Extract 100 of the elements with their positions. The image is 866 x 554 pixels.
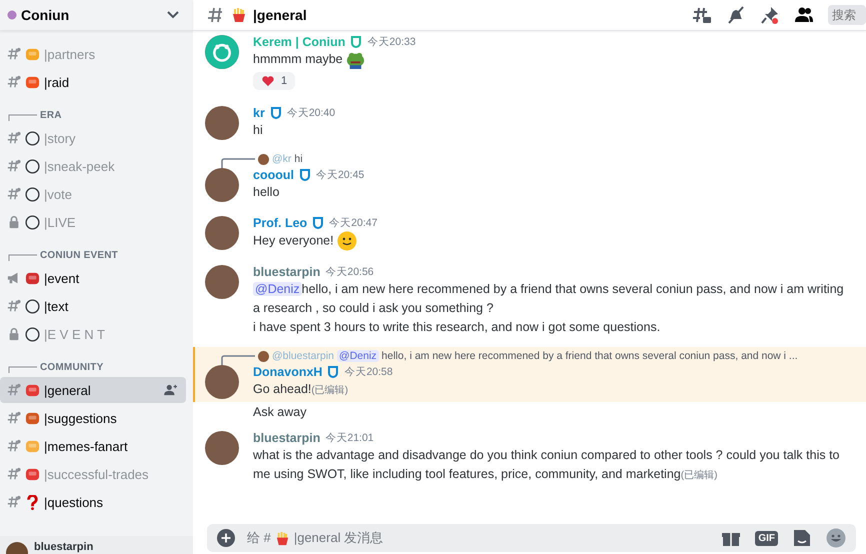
circle-icon xyxy=(25,214,40,230)
emoji-icon xyxy=(25,382,40,398)
mention-link[interactable]: @Deniz xyxy=(253,282,302,296)
circle-icon xyxy=(25,158,40,174)
server-name: Coniun xyxy=(21,7,70,23)
input-placeholder: |general 发消息 xyxy=(294,529,384,547)
channel-item[interactable]: |memes-fanart xyxy=(0,433,186,459)
add-member-icon[interactable] xyxy=(164,384,178,396)
avatar-logo-icon[interactable] xyxy=(205,35,239,69)
threads-icon[interactable] xyxy=(692,5,712,25)
members-icon[interactable] xyxy=(794,5,814,25)
hashtag-icon xyxy=(207,6,225,24)
avatar-photo-placeholder[interactable] xyxy=(205,431,239,466)
channel-item[interactable]: |suggestions xyxy=(0,405,186,431)
channel-item[interactable]: |partners xyxy=(0,41,186,67)
lock-icon xyxy=(7,215,21,229)
category-title[interactable]: CONIUN EVENT xyxy=(40,250,118,261)
category-title[interactable]: COMMUNITY xyxy=(40,362,104,373)
message-text: Hey everyone! xyxy=(253,231,854,252)
channel-name: |raid xyxy=(44,74,70,90)
author-name[interactable]: Prof. Leo xyxy=(253,216,308,230)
frog-emoji-icon xyxy=(346,50,365,70)
emoji-picker-icon[interactable] xyxy=(826,528,846,548)
message-text: i have spent 3 hours to write this research, and now i got some questions. xyxy=(253,319,662,336)
timestamp: 今天20:58 xyxy=(344,364,393,379)
lock-icon xyxy=(7,327,21,341)
channel-name: |event xyxy=(44,270,80,286)
hashtag-icon xyxy=(7,187,21,201)
channel-item[interactable]: |event xyxy=(0,265,186,291)
reply-preview: hello, i am new here recommened by a friend that owns several coniun pass, and now i ... xyxy=(382,350,798,362)
author-name[interactable]: kr xyxy=(253,106,265,120)
channel-name: |LIVE xyxy=(44,214,77,230)
channel-item[interactable]: |LIVE xyxy=(0,209,186,235)
message-text: @Deniz hello, i am new here recommened by a friend that owns several coniun pass, and now i am writing a research , so could i ask you something ? xyxy=(253,281,845,318)
timestamp: 今天20:40 xyxy=(286,106,336,120)
circle-icon xyxy=(25,298,40,314)
avatar-photo-placeholder[interactable] xyxy=(205,106,239,140)
channel-name: |general xyxy=(44,382,92,398)
chevron-down-icon[interactable] xyxy=(167,11,179,19)
server-header[interactable]: Coniun xyxy=(0,0,193,31)
circle-icon xyxy=(25,326,40,342)
channel-name: |E V E N T xyxy=(44,326,106,342)
message-text: Ask away xyxy=(253,405,306,420)
circle-icon xyxy=(25,186,40,202)
hashtag-icon xyxy=(7,495,21,509)
author-name[interactable]: bluestarpin xyxy=(253,430,320,445)
timestamp: 今天20:47 xyxy=(329,216,378,230)
category-title[interactable]: ERA xyxy=(40,110,62,121)
channel-item[interactable]: |sneak-peek xyxy=(0,153,186,179)
author-name[interactable]: DonavonxH xyxy=(253,364,322,379)
hashtag-icon xyxy=(7,383,21,397)
channel-item[interactable]: |E V E N T xyxy=(0,321,186,347)
avatar-photo-placeholder[interactable] xyxy=(205,168,239,202)
emoji-icon xyxy=(25,438,40,454)
heart-icon xyxy=(261,75,275,88)
fries-icon xyxy=(274,530,290,546)
shield-badge-icon xyxy=(298,168,311,181)
question-mark-icon xyxy=(25,494,40,510)
channel-name: |successful-trades xyxy=(44,466,150,482)
channel-item[interactable]: |successful-trades xyxy=(0,461,186,487)
author-name[interactable]: Kerem | Coniun xyxy=(253,34,346,48)
gif-button[interactable]: GIF xyxy=(755,530,778,546)
avatar-photo-placeholder[interactable] xyxy=(205,265,239,300)
message-input[interactable]: 给 # |general 发消息 GIF xyxy=(207,524,856,552)
channel-name: |questions xyxy=(44,494,104,510)
avatar-photo-placeholder[interactable] xyxy=(205,216,239,250)
channel-item[interactable]: |questions xyxy=(0,489,186,515)
search-field[interactable]: 搜索 xyxy=(828,5,866,25)
reaction-count: 1 xyxy=(281,75,288,88)
reply-author[interactable]: @kr xyxy=(272,153,292,166)
reaction-chip[interactable]: 1 xyxy=(253,72,296,90)
message-text: Go ahead!(已编辑) xyxy=(253,381,350,398)
hashtag-icon xyxy=(7,47,21,61)
author-name[interactable]: coooul xyxy=(253,168,294,182)
hashtag-icon xyxy=(7,159,21,173)
channel-item[interactable]: |raid xyxy=(0,69,186,95)
author-name[interactable]: bluestarpin xyxy=(253,264,320,279)
mention-link[interactable]: @Deniz xyxy=(337,350,379,362)
shield-badge-icon xyxy=(350,36,362,48)
reply-line-icon xyxy=(221,158,255,170)
add-icon[interactable] xyxy=(217,529,235,547)
avatar-photo-placeholder[interactable] xyxy=(205,365,239,400)
input-placeholder: 给 # xyxy=(247,529,271,547)
channel-item[interactable]: |text xyxy=(0,293,186,319)
emoji-icon xyxy=(25,74,40,90)
message-text: what is the advantage and disadvange do you think coniun compared to other tools ? could you talk this to me using SWOT, like including tool features, price, community, and marketing(已编辑) xyxy=(253,447,840,484)
hashtag-icon xyxy=(7,411,21,425)
pin-icon[interactable] xyxy=(760,5,780,25)
emoji-icon xyxy=(25,46,40,62)
hashtag-icon xyxy=(7,439,21,453)
circle-icon xyxy=(25,130,40,146)
channel-item[interactable]: |general xyxy=(0,377,186,403)
sticker-icon[interactable] xyxy=(792,528,812,548)
channel-item[interactable]: |vote xyxy=(0,181,186,207)
timestamp: 今天20:45 xyxy=(316,168,364,182)
channel-name: |suggestions xyxy=(44,410,118,426)
channel-name: |memes-fanart xyxy=(44,438,129,454)
shield-badge-icon xyxy=(270,106,282,119)
muted-bell-icon[interactable] xyxy=(726,5,746,25)
channel-item[interactable]: |story xyxy=(0,125,186,151)
